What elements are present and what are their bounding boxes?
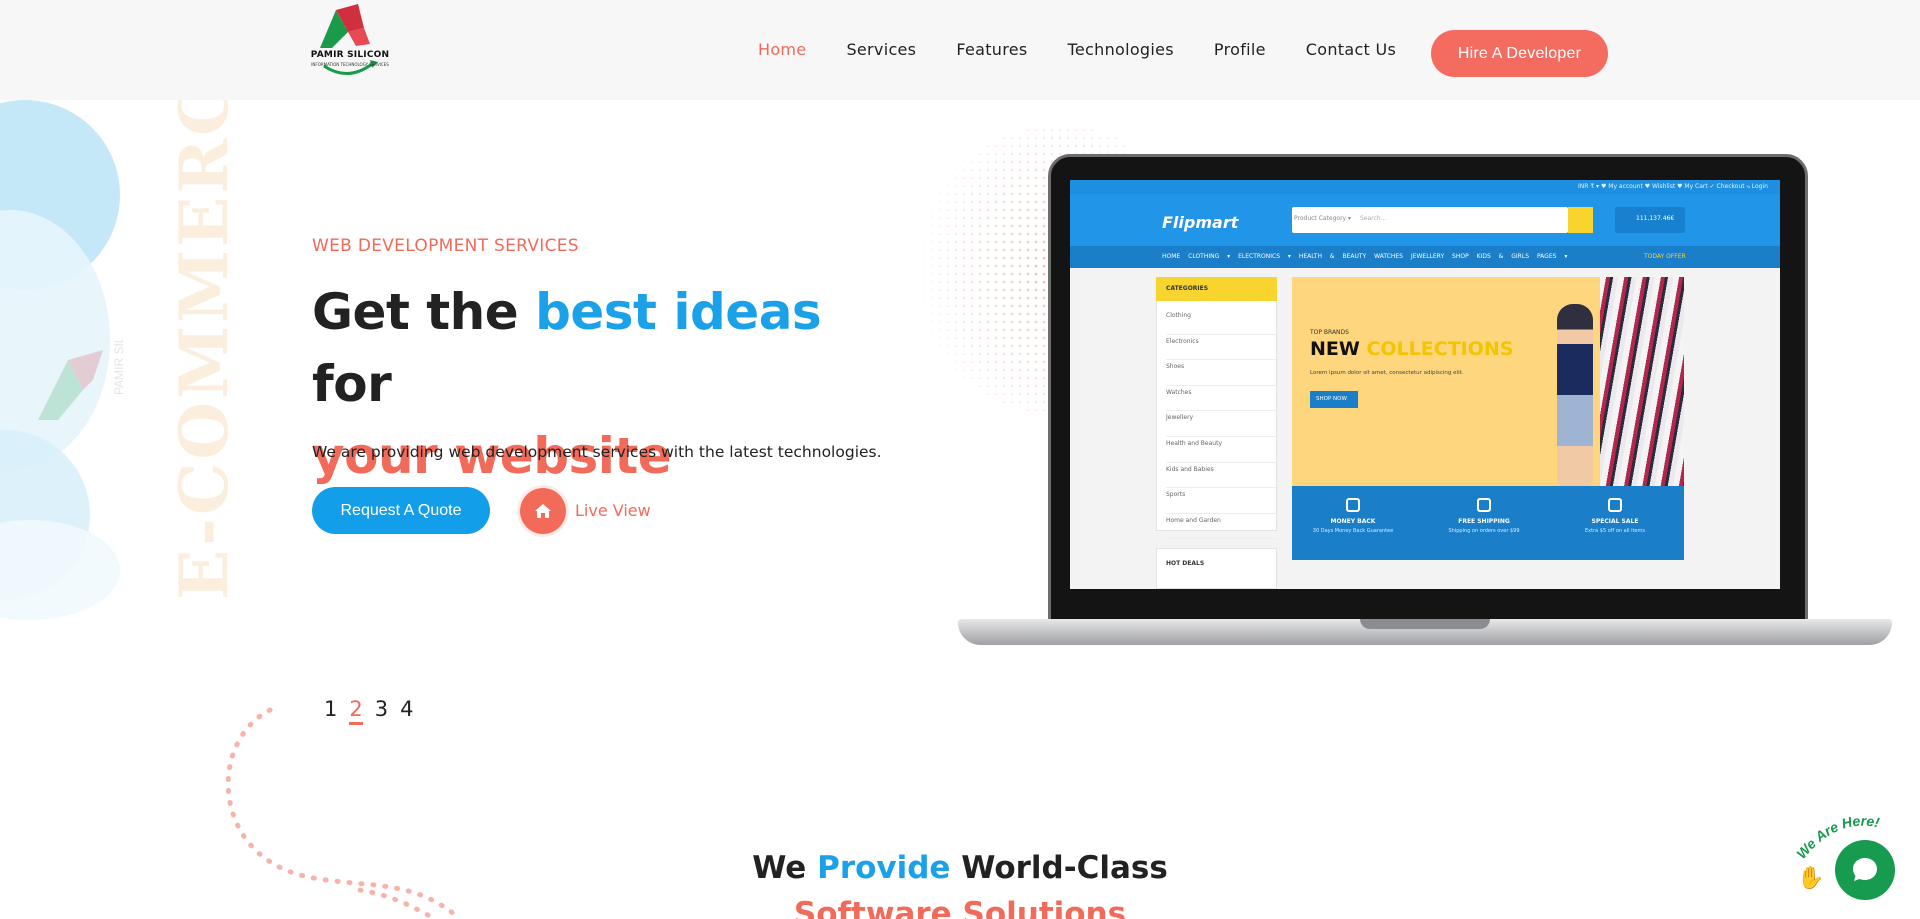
slide-page-1[interactable]: 1 [324,697,337,725]
slider-pagination: 1 2 3 4 [324,697,426,725]
mockup-cart-total: 111,137.46€ [1636,215,1675,222]
slide-page-2[interactable]: 2 [349,697,363,725]
mockup-logo: Flipmart [1162,213,1239,232]
nav-item-contact-us[interactable]: Contact Us [1306,40,1396,59]
mockup-feature-title: SPECIAL SALE [1591,518,1639,525]
mockup-category-list: Clothing Electronics Shoes Watches Jewel… [1166,309,1276,540]
page: PAMIR SILICON E-COMMERCE PAMIR SILICON I… [0,0,1920,919]
mockup-banner-brand: TOP BRANDS [1310,329,1349,336]
mockup-feature-subtitle: Extra $5 off on all items [1585,528,1645,534]
main-nav: Home Services Features Technologies Prof… [758,40,1436,59]
mockup-shop-now-label: SHOP NOW [1316,396,1347,402]
mockup-nav-item: JEWELLERY [1410,253,1445,260]
laptop-screen: INR ₹ ▾ ♥ My account ♥ Wishlist ♥ My Car… [1070,180,1780,589]
mockup-nav-item: ELECTRONICS ▾ [1238,253,1291,260]
mockup-nav-item: WATCHES [1374,253,1403,260]
mockup-nav-item: CLOTHING ▾ [1188,253,1231,260]
mockup-nav-items: HOME CLOTHING ▾ ELECTRONICS ▾ HEALTH & B… [1162,253,1567,260]
mockup-nav-item: PAGES ▾ [1536,253,1568,260]
section-subtitle: Software Solutions [793,896,1127,919]
nav-item-services[interactable]: Services [846,40,916,59]
mockup-banner-collections: COLLECTIONS [1359,338,1514,360]
mockup-category-item: Kids and Babies [1166,463,1276,489]
nav-item-profile[interactable]: Profile [1214,40,1266,59]
hero-eyebrow: WEB DEVELOPMENT SERVICES [312,236,579,256]
site-header: PAMIR SILICON INFORMATION TECHNOLOGY SER… [0,0,1920,100]
mockup-category-item: Clothing [1166,309,1276,335]
mockup-category-item: Watches [1166,386,1276,412]
live-view-label[interactable]: Live View [575,501,651,520]
nav-item-features[interactable]: Features [956,40,1027,59]
mockup-banner-text: Lorem ipsum dolor sit amet, consectetur … [1310,370,1464,376]
hero-title-part2: for [312,355,392,413]
mockup-hot-deals-panel [1156,548,1277,589]
laptop-notch [1360,619,1490,629]
mockup-category-item: Jewellery [1166,411,1276,437]
decorative-blob-fade [0,520,120,620]
brand-logo-subtext: INFORMATION TECHNOLOGY SERVICES [311,62,389,67]
mockup-model-image [1557,304,1593,486]
slide-page-4[interactable]: 4 [400,697,413,725]
svg-text:PAMIR SILICON: PAMIR SILICON [112,340,126,395]
mockup-nav-item: KIDS & GIRLS [1476,253,1530,260]
section-title-part1: We [752,850,818,886]
brand-logo-text: PAMIR SILICON [310,50,390,60]
mockup-category-item: Shoes [1166,360,1276,386]
watermark-logo-icon: PAMIR SILICON [38,340,126,420]
mockup-feature-subtitle: Shipping on orders over $99 [1448,528,1520,534]
chat-bubble-icon [1853,858,1877,881]
section-title-part2: World-Class [950,850,1168,886]
hero-description: We are providing web development service… [312,443,882,461]
mockup-category-item: Health and Beauty [1166,437,1276,463]
mockup-banner-heading: NEW COLLECTIONS [1310,338,1513,360]
mockup-category-item: Sports [1166,488,1276,514]
slide-page-3[interactable]: 3 [375,697,388,725]
mockup-search-icon [1568,207,1593,233]
mockup-feature-subtitle: 30 Days Money Back Guarantee [1312,528,1394,534]
sale-icon [1608,498,1622,512]
mockup-hot-deals-title: HOT DEALS [1166,560,1205,567]
home-icon[interactable] [520,487,566,534]
mockup-category-item: Electronics [1166,335,1276,361]
mockup-nav-item: HEALTH & BEAUTY [1298,253,1367,260]
mockup-nav-item: HOME [1162,253,1181,260]
nav-item-technologies[interactable]: Technologies [1068,40,1174,59]
mockup-category-title: CATEGORIES [1166,285,1209,292]
laptop-mockup: INR ₹ ▾ ♥ My account ♥ Wishlist ♥ My Car… [958,150,1892,665]
live-view-link[interactable]: Live View [520,487,651,534]
waving-hand-icon: ✋ [1797,866,1825,891]
hero-title-highlight: best ideas [535,283,822,341]
hire-developer-button[interactable]: Hire A Developer [1431,30,1608,77]
money-icon [1346,498,1360,512]
nav-item-home[interactable]: Home [758,40,806,59]
mockup-feature-title: FREE SHIPPING [1458,518,1510,525]
background-word-ecommerce: E-COMMERCE [165,26,243,600]
mockup-banner-image [1600,277,1684,486]
mockup-top-links: INR ₹ ▾ ♥ My account ♥ Wishlist ♥ My Car… [1578,183,1768,190]
mockup-category-item: Home and Garden [1166,514,1276,540]
section-title: We Provide World-Class [0,850,1920,886]
mockup-today-offer: TODAY OFFER [1644,253,1686,260]
chat-button[interactable] [1835,840,1895,900]
mockup-search-category: Product Category ▾ [1294,215,1352,222]
truck-icon [1477,498,1491,512]
mockup-nav-item: SHOP [1452,253,1469,260]
section-title-highlight: Provide [817,850,951,886]
mockup-feature-title: MONEY BACK [1330,518,1376,525]
mockup-banner-new: NEW [1310,338,1360,360]
mockup-search-placeholder: Search... [1360,215,1387,222]
hero-title-part1: Get the [312,283,536,341]
decorative-dot-arc [225,707,463,919]
request-quote-button[interactable]: Request A Quote [312,487,490,534]
